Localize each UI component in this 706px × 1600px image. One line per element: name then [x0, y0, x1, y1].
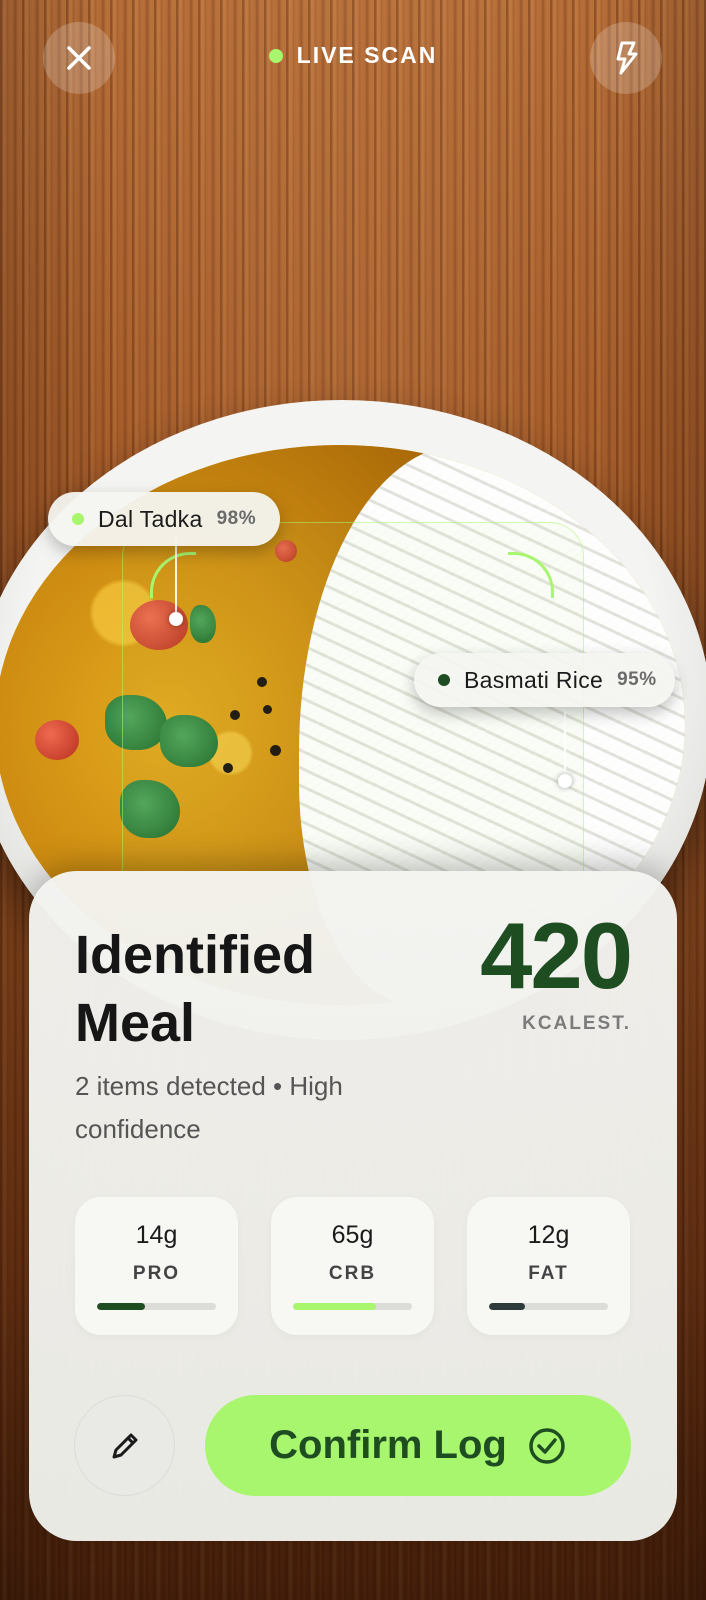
- flash-button[interactable]: [590, 22, 662, 94]
- macro-progress-fill: [489, 1303, 525, 1310]
- check-circle-icon: [529, 1427, 565, 1464]
- dal-leader-line: [175, 535, 177, 618]
- flash-icon: [616, 41, 638, 75]
- detection-tag-rice[interactable]: Basmati Rice 95%: [414, 653, 675, 707]
- macro-value: 14g: [135, 1221, 178, 1249]
- confirm-log-label: Confirm Log: [269, 1423, 507, 1467]
- calorie-value: 420: [480, 903, 633, 1008]
- confirm-log-button[interactable]: Confirm Log: [205, 1395, 631, 1496]
- rice-anchor-point: [558, 774, 572, 788]
- tomato-garnish: [35, 720, 79, 760]
- detection-dot: [72, 513, 84, 525]
- meal-result-card: Identified Meal 420 KCALEST. 2 items det…: [29, 871, 677, 1541]
- live-scan-label: LIVE SCAN: [296, 42, 438, 68]
- live-indicator-dot: [268, 48, 283, 63]
- dal-anchor-point: [169, 612, 183, 626]
- macro-progress-fill: [293, 1303, 377, 1310]
- macro-label: PRO: [132, 1263, 181, 1284]
- macro-progress-track: [97, 1303, 216, 1310]
- calorie-label: KCALEST.: [522, 1013, 631, 1034]
- detection-confidence: 98%: [216, 508, 257, 529]
- macro-label: CRB: [328, 1263, 377, 1284]
- card-title: Identified Meal: [75, 925, 315, 1053]
- macro-value: 12g: [527, 1221, 570, 1249]
- macro-progress-fill: [97, 1303, 145, 1310]
- macro-protein: 14g PRO: [75, 1197, 238, 1335]
- macro-label: FAT: [528, 1263, 569, 1284]
- edit-button[interactable]: [74, 1395, 175, 1496]
- detection-confidence: 95%: [617, 669, 657, 690]
- detection-tag-dal[interactable]: Dal Tadka 98%: [48, 492, 281, 546]
- macro-value: 65g: [331, 1221, 374, 1249]
- macro-carbs: 65g CRB: [271, 1197, 434, 1335]
- detection-dot: [438, 674, 450, 686]
- macro-fat: 12g FAT: [467, 1197, 630, 1335]
- detection-summary: 2 items detected • High confidence: [75, 1071, 343, 1144]
- macro-progress-track: [293, 1303, 412, 1310]
- pencil-icon: [112, 1433, 137, 1458]
- detection-name: Dal Tadka: [98, 505, 203, 532]
- detection-name: Basmati Rice: [464, 666, 604, 693]
- macro-progress-track: [489, 1303, 608, 1310]
